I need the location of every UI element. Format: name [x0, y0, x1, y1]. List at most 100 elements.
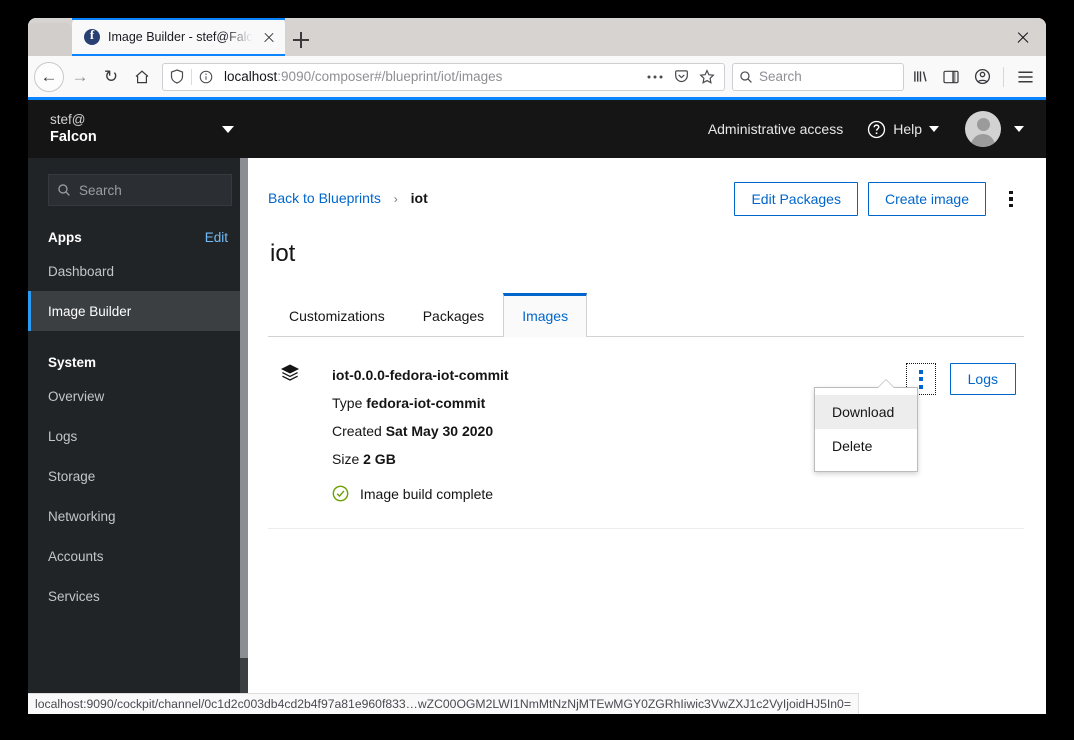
content-area: Back to Blueprints › iot Edit Packages C…: [248, 158, 1046, 714]
page-title: iot: [270, 240, 296, 267]
image-name: iot-0.0.0-fedora-iot-commit: [332, 367, 509, 383]
browser-tab-active[interactable]: Image Builder - stef@Falcon: [72, 18, 285, 56]
url-path: :9090/composer#/blueprint/iot/images: [277, 69, 503, 84]
image-actions-dropdown: Download Delete: [814, 379, 918, 472]
dropdown-item-download[interactable]: Download: [815, 395, 917, 429]
sidebar-item-overview[interactable]: Overview: [28, 376, 248, 416]
logs-button[interactable]: Logs: [949, 363, 1016, 395]
tab-packages[interactable]: Packages: [404, 293, 503, 337]
page-load-progress-bar: [28, 97, 1046, 100]
url-text: localhost:9090/composer#/blueprint/iot/i…: [220, 69, 640, 84]
close-window-button[interactable]: [1000, 18, 1046, 56]
page-info-icon[interactable]: [196, 70, 216, 84]
build-status: Image build complete: [332, 485, 906, 502]
sidebar-scrollbar[interactable]: [240, 158, 248, 714]
sidebar-item-storage[interactable]: Storage: [28, 456, 248, 496]
apps-edit-link[interactable]: Edit: [205, 230, 228, 245]
search-placeholder: Search: [759, 69, 802, 84]
image-type-value: fedora-iot-commit: [366, 395, 486, 411]
reload-icon[interactable]: ↻: [96, 62, 126, 92]
sidebar-item-dashboard[interactable]: Dashboard: [28, 251, 248, 291]
nav-section-system-header: System: [28, 355, 248, 370]
background-tab[interactable]: [28, 23, 72, 56]
browser-tab-strip: Image Builder - stef@Falcon: [28, 18, 1046, 56]
image-row-actions: Logs: [905, 361, 1016, 502]
chevron-down-icon[interactable]: [222, 125, 234, 133]
status-bar-url: localhost:9090/cockpit/channel/0c1d2c003…: [35, 697, 851, 711]
sidebar-item-logs[interactable]: Logs: [28, 416, 248, 456]
breadcrumb-separator-icon: ›: [393, 192, 398, 206]
image-size-value: 2 GB: [363, 451, 396, 467]
toolbar-divider: [1003, 66, 1004, 87]
search-bar[interactable]: Search: [732, 62, 904, 91]
host-switcher-text: stef@ Falcon: [50, 112, 216, 147]
cube-icon: [280, 361, 306, 502]
main-column: Administrative access Help Back to Bluep…: [248, 100, 1046, 714]
hamburger-menu-icon[interactable]: [1010, 62, 1040, 92]
breadcrumb-current: iot: [410, 190, 428, 206]
check-circle-icon: [332, 485, 349, 502]
nav-section-title: Apps: [48, 230, 82, 245]
host-switcher[interactable]: stef@ Falcon: [28, 100, 248, 158]
sidebar-scrollbar-thumb[interactable]: [240, 158, 248, 658]
sidebar-search-placeholder: Search: [79, 182, 122, 198]
tab-customizations[interactable]: Customizations: [270, 293, 404, 337]
sidebar-item-networking[interactable]: Networking: [28, 496, 248, 536]
host-machine: Falcon: [50, 128, 97, 145]
help-label: Help: [893, 121, 922, 137]
search-icon: [58, 184, 70, 196]
create-image-button[interactable]: Create image: [867, 182, 986, 217]
host-user: stef@: [50, 111, 86, 127]
sidebar-item-services[interactable]: Services: [28, 576, 248, 616]
nav-section-apps-header: Apps Edit: [28, 230, 248, 245]
user-menu[interactable]: [965, 111, 1024, 147]
firefox-favicon-icon: [84, 27, 100, 45]
administrative-access-label[interactable]: Administrative access: [708, 121, 843, 137]
tab-images[interactable]: Images: [503, 293, 588, 337]
cockpit-app: stef@ Falcon Search Apps Edit Dashboard …: [28, 100, 1046, 714]
breadcrumb: Back to Blueprints › iot: [268, 182, 734, 206]
page-viewport: stef@ Falcon Search Apps Edit Dashboard …: [28, 97, 1046, 714]
url-bar[interactable]: localhost:9090/composer#/blueprint/iot/i…: [162, 62, 725, 91]
home-icon[interactable]: [127, 62, 157, 92]
sidebar-item-accounts[interactable]: Accounts: [28, 536, 248, 576]
back-icon[interactable]: ←: [34, 61, 64, 92]
bookmark-star-icon[interactable]: [696, 66, 718, 88]
close-tab-icon[interactable]: [259, 27, 279, 47]
account-icon[interactable]: [967, 62, 997, 92]
chevron-down-icon: [929, 126, 939, 132]
breadcrumb-row: Back to Blueprints › iot Edit Packages C…: [268, 182, 1024, 218]
browser-window: Image Builder - stef@Falcon ← → ↻: [28, 18, 1046, 714]
avatar: [965, 111, 1001, 147]
url-host: localhost: [224, 69, 278, 84]
image-type-label: Type: [332, 395, 363, 411]
cockpit-topbar: Administrative access Help: [248, 100, 1046, 158]
cockpit-sidebar: stef@ Falcon Search Apps Edit Dashboard …: [28, 100, 248, 714]
help-menu[interactable]: Help: [867, 120, 939, 139]
browser-status-bar: localhost:9090/cockpit/channel/0c1d2c003…: [28, 693, 859, 714]
sidebar-item-image-builder[interactable]: Image Builder: [28, 291, 248, 331]
browser-tab-title: Image Builder - stef@Falcon: [108, 30, 257, 44]
new-tab-icon[interactable]: [285, 23, 317, 56]
search-icon: [740, 70, 752, 83]
pocket-icon[interactable]: [670, 66, 692, 88]
nav-section-title: System: [48, 355, 97, 370]
dropdown-item-delete[interactable]: Delete: [815, 429, 917, 463]
tracking-protection-shield-icon[interactable]: [167, 69, 187, 84]
blueprint-kebab-menu-icon[interactable]: [998, 184, 1024, 214]
header-actions: Edit Packages Create image: [734, 182, 1024, 217]
tab-bar: Customizations Packages Images: [268, 292, 1024, 337]
chevron-down-icon: [1014, 126, 1024, 132]
sidebar-toggle-icon[interactable]: [936, 62, 966, 92]
help-circle-icon: [868, 120, 886, 138]
image-created-label: Created: [332, 423, 382, 439]
sidebar-search-input[interactable]: Search: [48, 174, 232, 206]
status-badge: Image build complete: [360, 485, 494, 502]
library-icon[interactable]: [905, 62, 935, 92]
breadcrumb-back-link[interactable]: Back to Blueprints: [268, 190, 381, 206]
page-actions-ellipsis-icon[interactable]: [644, 66, 666, 88]
forward-icon[interactable]: →: [65, 62, 95, 92]
sidebar-nav: Search Apps Edit Dashboard Image Builder…: [28, 158, 248, 714]
image-created-value: Sat May 30 2020: [385, 423, 494, 439]
edit-packages-button[interactable]: Edit Packages: [734, 182, 858, 217]
